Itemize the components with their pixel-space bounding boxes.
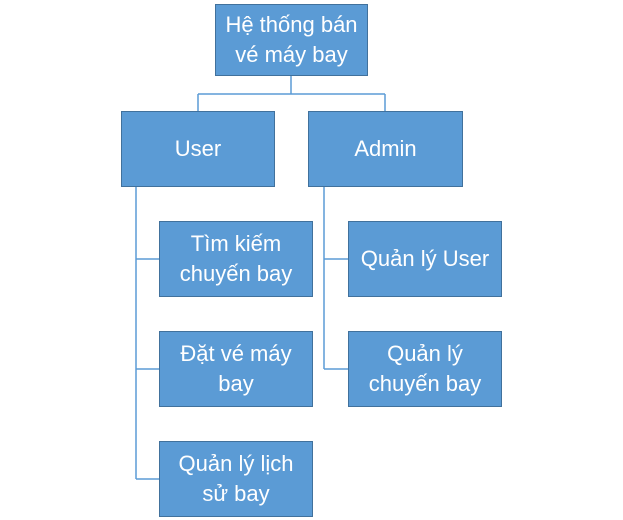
manage-flight-node: Quản lý chuyến bay	[348, 331, 502, 407]
book-ticket-node: Đặt vé máy bay	[159, 331, 313, 407]
hierarchy-diagram: Hệ thống bán vé máy bay User Admin Tìm k…	[0, 0, 623, 520]
search-flight-node: Tìm kiếm chuyến bay	[159, 221, 313, 297]
user-node: User	[121, 111, 275, 187]
flight-history-node: Quản lý lịch sử bay	[159, 441, 313, 517]
admin-node: Admin	[308, 111, 463, 187]
root-node: Hệ thống bán vé máy bay	[215, 4, 368, 76]
manage-user-node: Quản lý User	[348, 221, 502, 297]
